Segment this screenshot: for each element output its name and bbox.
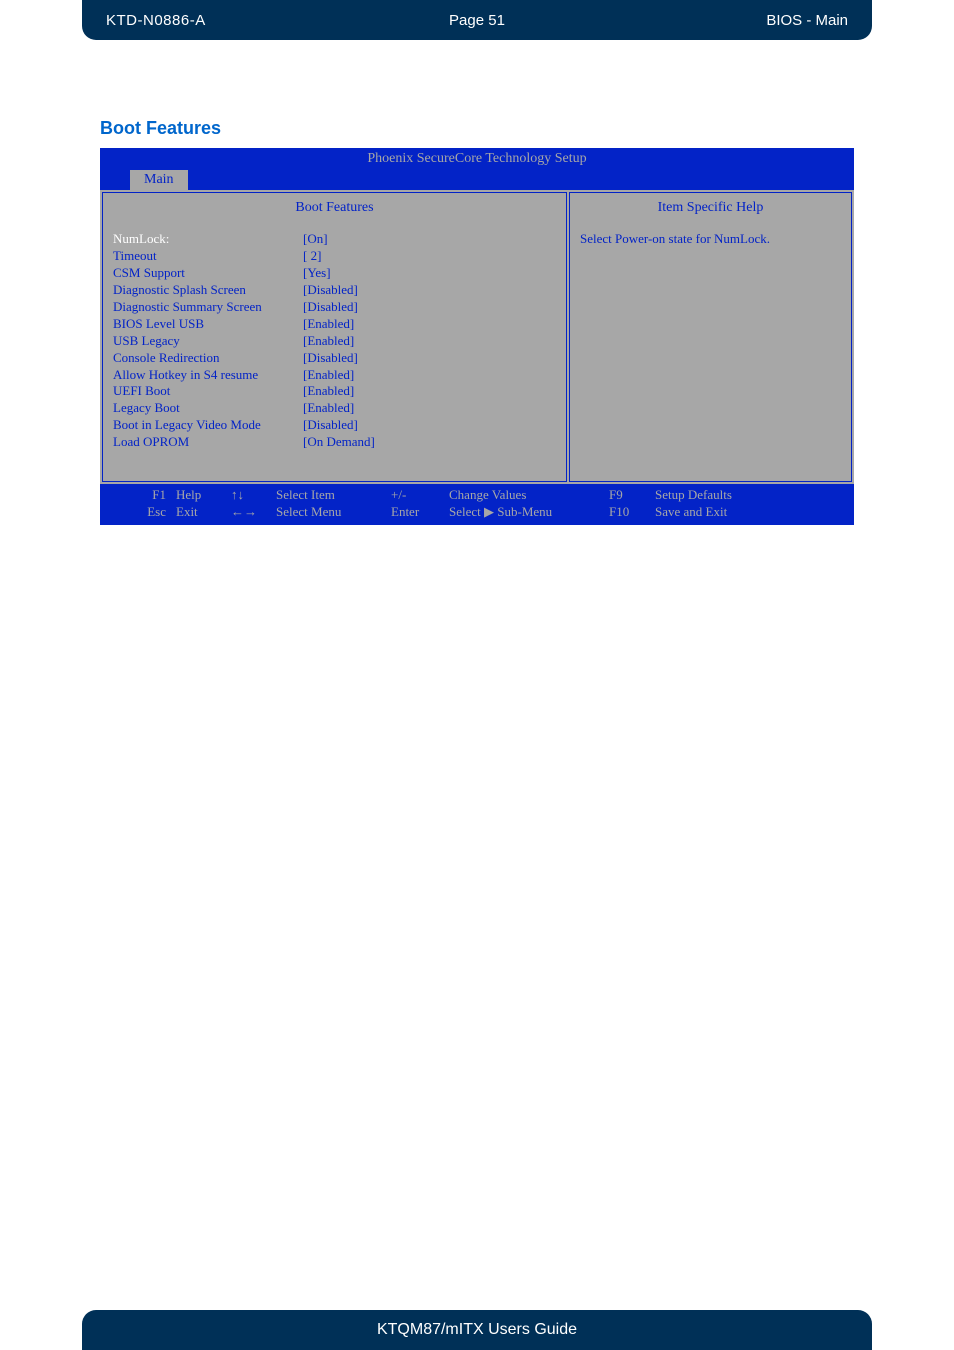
key-updown-icon: ↑↓: [231, 487, 276, 504]
key-f9: F9: [609, 487, 655, 504]
bios-option-value[interactable]: [Enabled]: [303, 400, 354, 417]
bios-option-label: Load OPROM: [113, 434, 303, 451]
bios-option-value[interactable]: [Yes]: [303, 265, 331, 282]
bios-option-row[interactable]: Timeout[ 2]: [113, 248, 556, 265]
bios-option-row[interactable]: Diagnostic Summary Screen[Disabled]: [113, 299, 556, 316]
header-section: BIOS - Main: [766, 12, 848, 29]
bios-option-value[interactable]: [Disabled]: [303, 299, 358, 316]
bios-option-row[interactable]: Allow Hotkey in S4 resume[Enabled]: [113, 367, 556, 384]
bios-screenshot: Phoenix SecureCore Technology Setup Main…: [100, 148, 854, 525]
bios-option-label: Boot in Legacy Video Mode: [113, 417, 303, 434]
footer-doc-title: KTQM87/mITX Users Guide: [377, 1321, 577, 1339]
key-leftright-icon: ←→: [231, 504, 276, 521]
bios-option-value[interactable]: [On Demand]: [303, 434, 375, 451]
key-exit: Exit: [176, 504, 231, 521]
bios-option-value[interactable]: [Enabled]: [303, 333, 354, 350]
bios-tab-main[interactable]: Main: [130, 170, 188, 190]
bios-option-value[interactable]: [Enabled]: [303, 383, 354, 400]
bios-left-panel-title: Boot Features: [113, 199, 556, 217]
bios-key-legend: F1 Help ↑↓ Select Item +/- Change Values…: [100, 484, 854, 525]
bios-option-row[interactable]: Diagnostic Splash Screen[Disabled]: [113, 282, 556, 299]
bios-option-row[interactable]: Console Redirection[Disabled]: [113, 350, 556, 367]
header-doc-id: KTD-N0886-A: [106, 12, 206, 29]
bios-option-value[interactable]: [On]: [303, 231, 328, 248]
key-select-menu: Select Menu: [276, 504, 391, 521]
key-help: Help: [176, 487, 231, 504]
key-select-item: Select Item: [276, 487, 391, 504]
bios-help-text: Select Power-on state for NumLock.: [580, 231, 841, 248]
bios-option-value[interactable]: [ 2]: [303, 248, 321, 265]
bios-window-title: Phoenix SecureCore Technology Setup: [100, 148, 854, 170]
key-setup-defaults: Setup Defaults: [655, 487, 848, 504]
key-f1: F1: [106, 487, 176, 504]
bios-option-value[interactable]: [Enabled]: [303, 367, 354, 384]
bios-option-row[interactable]: Legacy Boot[Enabled]: [113, 400, 556, 417]
page-footer: KTQM87/mITX Users Guide: [82, 1310, 872, 1350]
key-save-exit: Save and Exit: [655, 504, 848, 521]
bios-left-panel: Boot Features NumLock:[On]Timeout[ 2]CSM…: [102, 192, 567, 482]
bios-option-row[interactable]: BIOS Level USB[Enabled]: [113, 316, 556, 333]
bios-key-legend-row: Esc Exit ←→ Select Menu Enter Select ▶ S…: [106, 504, 848, 521]
page-header: KTD-N0886-A Page 51 BIOS - Main: [82, 0, 872, 40]
key-esc: Esc: [106, 504, 176, 521]
bios-option-label: CSM Support: [113, 265, 303, 282]
bios-option-value[interactable]: [Disabled]: [303, 350, 358, 367]
bios-option-value[interactable]: [Disabled]: [303, 282, 358, 299]
bios-option-label: Legacy Boot: [113, 400, 303, 417]
bios-option-row[interactable]: Load OPROM[On Demand]: [113, 434, 556, 451]
key-f10: F10: [609, 504, 655, 521]
bios-option-label: USB Legacy: [113, 333, 303, 350]
bios-option-label: UEFI Boot: [113, 383, 303, 400]
header-page-num: Page 51: [449, 12, 505, 29]
bios-tab-bar: Main: [100, 170, 854, 190]
bios-body: Boot Features NumLock:[On]Timeout[ 2]CSM…: [100, 190, 854, 484]
bios-option-label: Allow Hotkey in S4 resume: [113, 367, 303, 384]
key-enter: Enter: [391, 504, 449, 521]
bios-option-label: NumLock:: [113, 231, 303, 248]
bios-option-row[interactable]: NumLock:[On]: [113, 231, 556, 248]
bios-option-label: Timeout: [113, 248, 303, 265]
bios-key-legend-row: F1 Help ↑↓ Select Item +/- Change Values…: [106, 487, 848, 504]
bios-options-list: NumLock:[On]Timeout[ 2]CSM Support[Yes]D…: [113, 231, 556, 451]
key-change-values: Change Values: [449, 487, 609, 504]
bios-option-value[interactable]: [Enabled]: [303, 316, 354, 333]
bios-option-label: Diagnostic Splash Screen: [113, 282, 303, 299]
bios-option-value[interactable]: [Disabled]: [303, 417, 358, 434]
bios-option-label: BIOS Level USB: [113, 316, 303, 333]
key-plusminus: +/-: [391, 487, 449, 504]
section-title: Boot Features: [100, 118, 221, 139]
bios-help-panel-title: Item Specific Help: [580, 199, 841, 217]
bios-option-row[interactable]: UEFI Boot[Enabled]: [113, 383, 556, 400]
bios-option-row[interactable]: USB Legacy[Enabled]: [113, 333, 556, 350]
bios-option-row[interactable]: Boot in Legacy Video Mode[Disabled]: [113, 417, 556, 434]
bios-option-label: Console Redirection: [113, 350, 303, 367]
bios-option-label: Diagnostic Summary Screen: [113, 299, 303, 316]
bios-help-panel: Item Specific Help Select Power-on state…: [569, 192, 852, 482]
key-select-submenu: Select ▶ Sub-Menu: [449, 504, 609, 521]
bios-option-row[interactable]: CSM Support[Yes]: [113, 265, 556, 282]
